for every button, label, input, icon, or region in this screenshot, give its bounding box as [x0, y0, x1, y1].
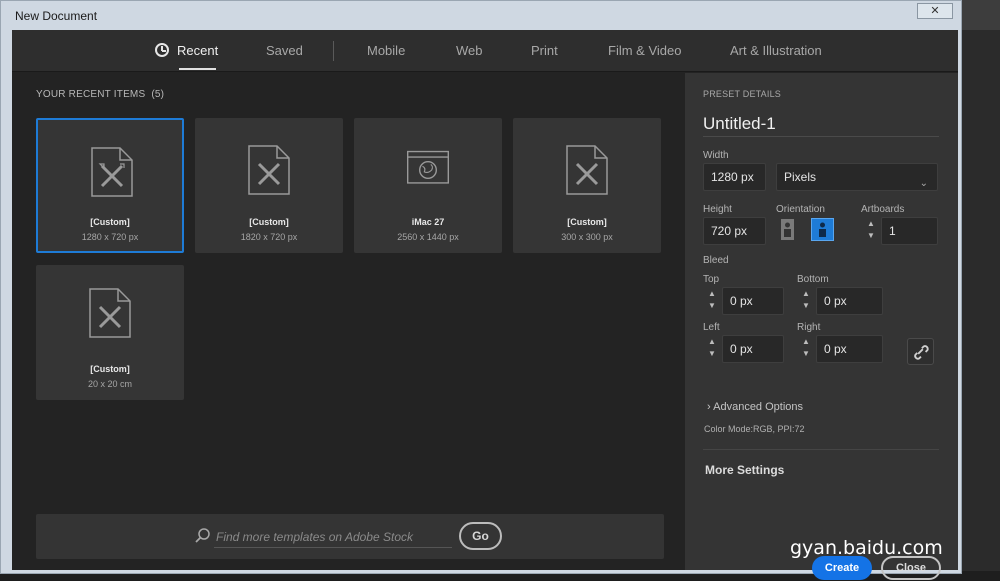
units-value: Pixels — [784, 170, 817, 184]
bleed-left-stepper[interactable]: ▲ ▼ — [705, 336, 719, 362]
new-document-window: New Document ✕ Recent Saved Mobile Web P… — [0, 0, 962, 580]
tab-recent[interactable]: Recent — [155, 43, 218, 58]
stepper-up-icon[interactable]: ▲ — [705, 288, 719, 300]
active-tab-indicator — [179, 68, 216, 70]
preset-card[interactable]: [Custom] 1280 x 720 px — [36, 118, 184, 253]
document-name-field[interactable] — [703, 111, 939, 137]
recent-heading-text: YOUR RECENT ITEMS — [36, 89, 146, 100]
window-titlebar[interactable]: New Document ✕ — [1, 1, 961, 31]
close-button[interactable]: Close — [881, 556, 941, 580]
artboards-stepper[interactable]: ▲ ▼ — [864, 218, 878, 244]
stepper-up-icon[interactable]: ▲ — [864, 218, 878, 230]
landscape-orientation-icon[interactable] — [811, 218, 834, 241]
preset-details-pane: PRESET DETAILS Width 1280 px Pixels ⌄ He… — [685, 73, 958, 580]
preset-card-name: [Custom] — [90, 364, 130, 374]
clock-icon — [155, 43, 169, 57]
background-app-right — [958, 30, 1000, 581]
bleed-right-field[interactable]: 0 px — [816, 335, 883, 363]
width-field[interactable]: 1280 px — [703, 163, 766, 191]
bleed-top-label: Top — [703, 274, 720, 285]
color-mode-info: Color Mode:RGB, PPI:72 — [704, 424, 805, 434]
tab-art-illustration[interactable]: Art & Illustration — [730, 43, 822, 58]
bleed-left-label: Left — [703, 322, 720, 333]
link-bleed-button[interactable] — [907, 338, 934, 365]
tab-film-video[interactable]: Film & Video — [608, 43, 681, 58]
bleed-top-stepper[interactable]: ▲ ▼ — [705, 288, 719, 314]
preset-card-size: 2560 x 1440 px — [397, 232, 459, 242]
bleed-bottom-label: Bottom — [797, 274, 829, 285]
window-title: New Document — [15, 9, 98, 23]
custom-doc-icon — [91, 147, 133, 197]
more-settings-link[interactable]: More Settings — [705, 463, 784, 477]
recent-items-pane: YOUR RECENT ITEMS (5) [Custom] 1280 x 72… — [12, 73, 685, 570]
preset-card-name: iMac 27 — [411, 217, 445, 227]
stepper-down-icon[interactable]: ▼ — [799, 300, 813, 312]
artboards-field[interactable]: 1 — [881, 217, 938, 245]
height-label: Height — [703, 204, 732, 215]
stepper-up-icon[interactable]: ▲ — [799, 288, 813, 300]
bleed-right-stepper[interactable]: ▲ ▼ — [799, 336, 813, 362]
tab-saved[interactable]: Saved — [266, 43, 303, 58]
web-browser-icon — [407, 150, 449, 184]
tab-divider — [333, 41, 334, 61]
artboards-label: Artboards — [861, 204, 905, 215]
custom-doc-icon — [248, 145, 290, 195]
preset-card[interactable]: [Custom] 300 x 300 px — [513, 118, 661, 253]
preset-card-size: 1280 x 720 px — [81, 232, 139, 242]
recent-items-heading: YOUR RECENT ITEMS (5) — [36, 89, 164, 100]
stepper-up-icon[interactable]: ▲ — [799, 336, 813, 348]
bleed-bottom-field[interactable]: 0 px — [816, 287, 883, 315]
stepper-down-icon[interactable]: ▼ — [705, 348, 719, 360]
advanced-options-label: Advanced Options — [713, 401, 804, 413]
tab-mobile[interactable]: Mobile — [367, 43, 405, 58]
stepper-down-icon[interactable]: ▼ — [799, 348, 813, 360]
bleed-top-field[interactable]: 0 px — [722, 287, 784, 315]
divider — [703, 449, 939, 450]
search-icon — [195, 528, 210, 543]
units-dropdown[interactable]: Pixels ⌄ — [776, 163, 938, 191]
new-document-dialog: Recent Saved Mobile Web Print Film & Vid… — [12, 30, 958, 580]
advanced-options-toggle[interactable]: › Advanced Options — [707, 401, 803, 413]
preset-card[interactable]: [Custom] 1820 x 720 px — [195, 118, 343, 253]
preset-card-size: 1820 x 720 px — [240, 232, 298, 242]
chain-link-icon — [914, 345, 929, 360]
bleed-label: Bleed — [703, 255, 729, 266]
go-button[interactable]: Go — [459, 522, 502, 550]
preset-card-name: [Custom] — [249, 217, 289, 227]
preset-card[interactable]: iMac 27 2560 x 1440 px — [354, 118, 502, 253]
bleed-bottom-stepper[interactable]: ▲ ▼ — [799, 288, 813, 314]
stepper-up-icon[interactable]: ▲ — [705, 336, 719, 348]
stepper-down-icon[interactable]: ▼ — [705, 300, 719, 312]
tab-print[interactable]: Print — [531, 43, 558, 58]
custom-doc-icon — [566, 145, 608, 195]
portrait-orientation-icon[interactable] — [776, 218, 799, 241]
tab-web[interactable]: Web — [456, 43, 483, 58]
height-field[interactable]: 720 px — [703, 217, 766, 245]
adobe-stock-search-bar: Go — [36, 514, 664, 559]
custom-doc-icon — [89, 288, 131, 338]
stock-search-input[interactable] — [214, 526, 452, 548]
preset-details-heading: PRESET DETAILS — [703, 89, 781, 99]
bleed-right-label: Right — [797, 322, 821, 333]
width-label: Width — [703, 150, 729, 161]
orientation-label: Orientation — [776, 204, 825, 215]
stepper-down-icon[interactable]: ▼ — [864, 230, 878, 242]
recent-count: (5) — [151, 89, 165, 100]
create-button[interactable]: Create — [812, 556, 872, 580]
preset-card-name: [Custom] — [567, 217, 607, 227]
watermark-text: gyan.baidu.com — [790, 537, 943, 559]
chevron-right-icon: › — [707, 401, 711, 413]
bleed-left-field[interactable]: 0 px — [722, 335, 784, 363]
preset-card-size: 300 x 300 px — [561, 232, 613, 242]
preset-card[interactable]: [Custom] 20 x 20 cm — [36, 265, 184, 400]
preset-card-size: 20 x 20 cm — [87, 379, 133, 389]
chevron-down-icon: ⌄ — [919, 178, 928, 189]
preset-card-name: [Custom] — [90, 217, 130, 227]
tab-recent-label: Recent — [177, 43, 219, 58]
preset-category-tabs: Recent Saved Mobile Web Print Film & Vid… — [12, 30, 958, 72]
window-close-button[interactable]: ✕ — [917, 3, 953, 19]
